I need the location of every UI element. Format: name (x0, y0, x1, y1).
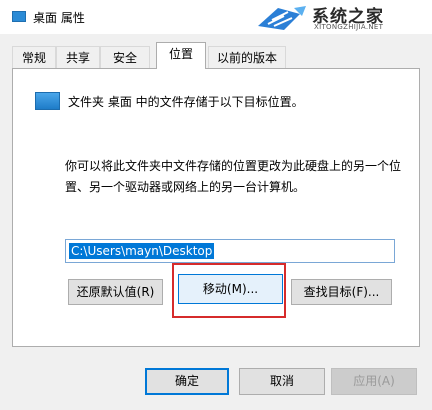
move-button[interactable]: 移动(M)... (178, 274, 283, 304)
properties-dialog: 桌面 属性 系统之家 XITONGZHIJIA.NET 常规 共享 安全 位置 … (0, 0, 432, 410)
location-panel: 文件夹 桌面 中的文件存储于以下目标位置。 你可以将此文件夹中文件存储的位置更改… (12, 68, 420, 347)
tab-bar: 常规 共享 安全 位置 以前的版本 (12, 42, 422, 69)
path-input[interactable]: C:\Users\mayn\Desktop (65, 239, 395, 263)
location-paragraph: 你可以将此文件夹中文件存储的位置更改为此硬盘上的另一个位置、另一个驱动器或网络上… (65, 159, 402, 194)
tab-general[interactable]: 常规 (12, 46, 56, 68)
path-text: C:\Users\mayn\Desktop (69, 243, 215, 259)
tab-location[interactable]: 位置 (156, 42, 206, 69)
cancel-button[interactable]: 取消 (239, 368, 325, 395)
location-description: 文件夹 桌面 中的文件存储于以下目标位置。 (68, 95, 304, 109)
apply-button[interactable]: 应用(A) (331, 368, 417, 395)
watermark-url: XITONGZHIJIA.NET (314, 23, 384, 31)
folder-icon (12, 11, 26, 22)
title-bar[interactable]: 桌面 属性 系统之家 XITONGZHIJIA.NET (0, 0, 432, 34)
folder-icon (35, 92, 60, 110)
ok-button[interactable]: 确定 (145, 368, 229, 395)
logo-icon (258, 6, 306, 30)
tab-sharing[interactable]: 共享 (56, 46, 100, 68)
tab-previous-versions[interactable]: 以前的版本 (208, 46, 286, 68)
watermark: 系统之家 XITONGZHIJIA.NET (254, 2, 426, 34)
restore-default-button[interactable]: 还原默认值(R) (68, 279, 163, 305)
window-title: 桌面 属性 (33, 11, 85, 25)
tab-security[interactable]: 安全 (100, 46, 150, 68)
find-target-button[interactable]: 查找目标(F)... (291, 279, 392, 305)
